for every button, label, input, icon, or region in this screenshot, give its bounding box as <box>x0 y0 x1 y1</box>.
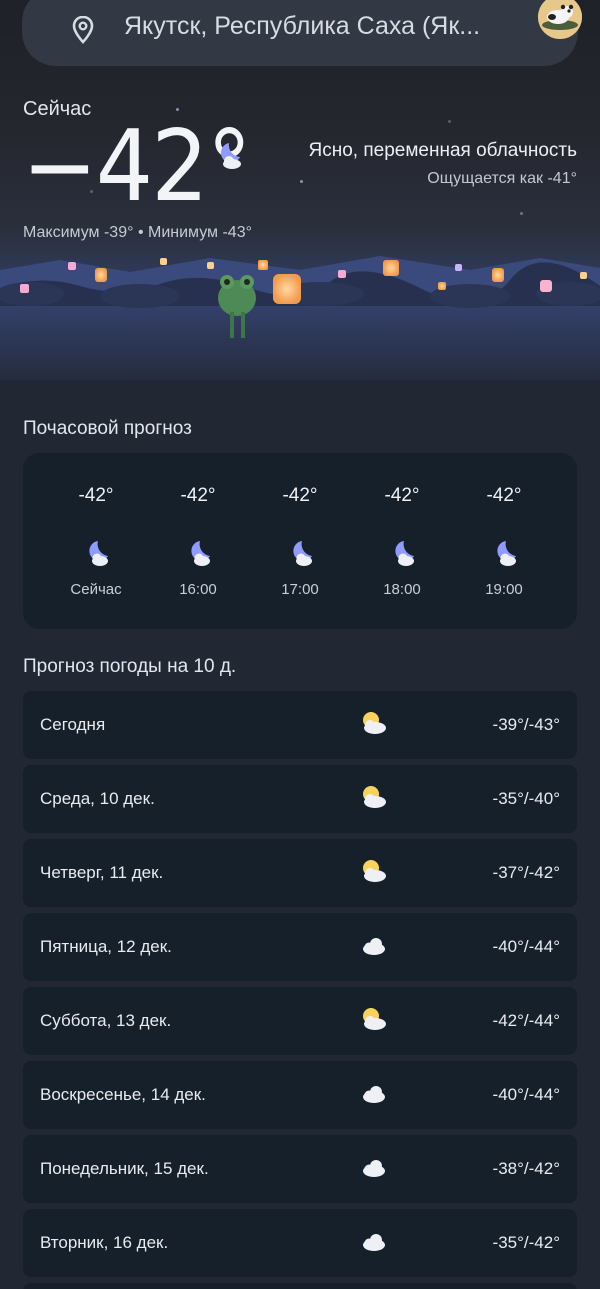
location-name[interactable]: Якутск, Республика Саха (Як... <box>124 12 514 41</box>
day-temps: -35°/-42° <box>492 1233 560 1252</box>
daily-row-monday[interactable]: Понедельник, 15 дек. -38°/-42° <box>23 1135 577 1203</box>
day-temps: -35°/-40° <box>492 789 560 808</box>
day-temps: -38°/-42° <box>492 1159 560 1178</box>
sun-cloud-icon <box>359 857 387 890</box>
day-name: Суббота, 13 дек. <box>40 1011 172 1030</box>
weather-illustration <box>0 256 600 380</box>
day-temps: -37°/-42° <box>492 863 560 882</box>
day-temps: -39°/-43° <box>492 715 560 734</box>
hourly-item: -42° 18:00 <box>352 453 452 629</box>
min-max-temperature: Максимум -39° • Минимум -43° <box>23 224 252 241</box>
location-pin-icon <box>72 15 94 49</box>
hourly-time: 18:00 <box>383 581 421 598</box>
feels-like: Ощущается как -41° <box>427 170 577 187</box>
hourly-item: -42° Сейчас <box>46 453 146 629</box>
sun-cloud-icon <box>359 1005 387 1038</box>
hourly-item: -42° 19:00 <box>454 453 554 629</box>
hourly-time: 17:00 <box>281 581 319 598</box>
daily-forecast-title: Прогноз погоды на 10 д. <box>23 656 237 677</box>
hourly-temp: -42° <box>180 485 216 506</box>
daily-row-partial[interactable] <box>23 1283 577 1289</box>
hourly-temp: -42° <box>282 485 318 506</box>
daily-row-friday[interactable]: Пятница, 12 дек. -40°/-44° <box>23 913 577 981</box>
moon-cloud-icon <box>390 539 416 572</box>
daily-row-sunday[interactable]: Воскресенье, 14 дек. -40°/-44° <box>23 1061 577 1129</box>
day-temps: -40°/-44° <box>492 1085 560 1104</box>
cloud-icon <box>359 1079 387 1112</box>
daily-row-thursday[interactable]: Четверг, 11 дек. -37°/-42° <box>23 839 577 907</box>
day-name: Вторник, 16 дек. <box>40 1233 169 1252</box>
daily-row-saturday[interactable]: Суббота, 13 дек. -42°/-44° <box>23 987 577 1055</box>
hourly-item: -42° 16:00 <box>148 453 248 629</box>
day-name: Пятница, 12 дек. <box>40 937 172 956</box>
hourly-temp: -42° <box>486 485 522 506</box>
hourly-forecast-title: Почасовой прогноз <box>23 418 192 439</box>
day-name: Понедельник, 15 дек. <box>40 1159 209 1178</box>
cloud-icon <box>359 931 387 964</box>
sun-cloud-icon <box>359 783 387 816</box>
day-name: Четверг, 11 дек. <box>40 863 164 882</box>
daily-row-tuesday[interactable]: Вторник, 16 дек. -35°/-42° <box>23 1209 577 1277</box>
cloud-icon <box>359 1227 387 1260</box>
hero-section: Якутск, Республика Саха (Як... Сейчас −4… <box>0 0 600 380</box>
daily-row-today[interactable]: Сегодня -39°/-43° <box>23 691 577 759</box>
daily-row-wednesday[interactable]: Среда, 10 дек. -35°/-40° <box>23 765 577 833</box>
hourly-time: 19:00 <box>485 581 523 598</box>
day-temps: -40°/-44° <box>492 937 560 956</box>
day-name: Среда, 10 дек. <box>40 789 155 808</box>
cloud-icon <box>359 1153 387 1186</box>
hourly-temp: -42° <box>78 485 114 506</box>
hourly-item: -42° 17:00 <box>250 453 350 629</box>
day-temps: -42°/-44° <box>492 1011 560 1030</box>
moon-cloud-icon <box>492 539 518 572</box>
hourly-time: Сейчас <box>70 581 122 598</box>
sun-cloud-icon <box>359 709 387 742</box>
moon-cloud-icon <box>84 539 110 572</box>
weather-condition: Ясно, переменная облачность <box>308 140 577 161</box>
hourly-time: 16:00 <box>179 581 217 598</box>
moon-cloud-icon <box>186 539 212 572</box>
moon-cloud-icon <box>288 539 314 572</box>
day-name: Воскресенье, 14 дек. <box>40 1085 206 1104</box>
moon-cloud-icon <box>212 140 244 177</box>
hourly-forecast-card[interactable]: -42° Сейчас -42° 16:00 -42° 17:00 -42° 1… <box>23 453 577 629</box>
day-name: Сегодня <box>40 715 106 734</box>
profile-avatar[interactable] <box>538 0 582 39</box>
location-search-bar[interactable]: Якутск, Республика Саха (Як... <box>22 0 582 66</box>
hourly-temp: -42° <box>384 485 420 506</box>
